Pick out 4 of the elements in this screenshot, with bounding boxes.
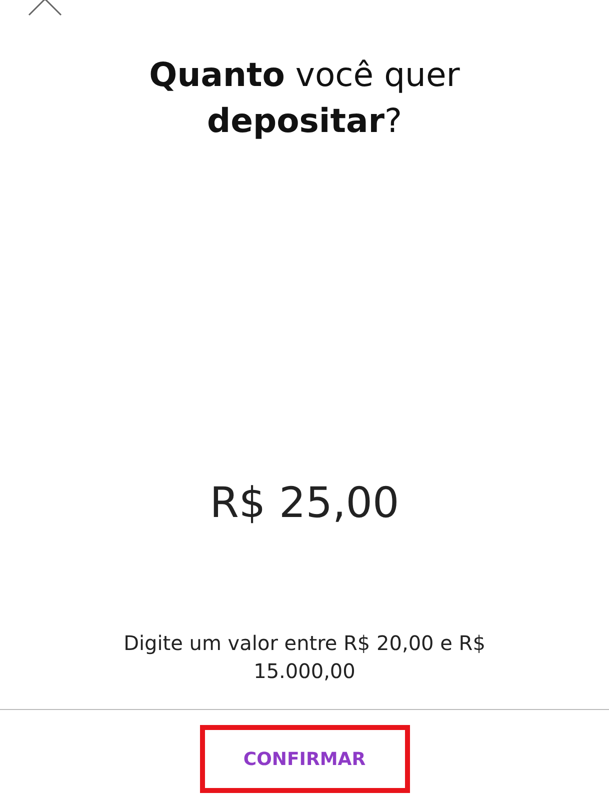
chevron-up-icon[interactable] <box>28 0 62 16</box>
amount-value[interactable]: R$ 25,00 <box>210 478 400 527</box>
page-title: Quanto você quer depositar? <box>148 54 461 142</box>
amount-hint: Digite um valor entre R$ 20,00 e R$ 15.000,00 <box>122 630 486 685</box>
